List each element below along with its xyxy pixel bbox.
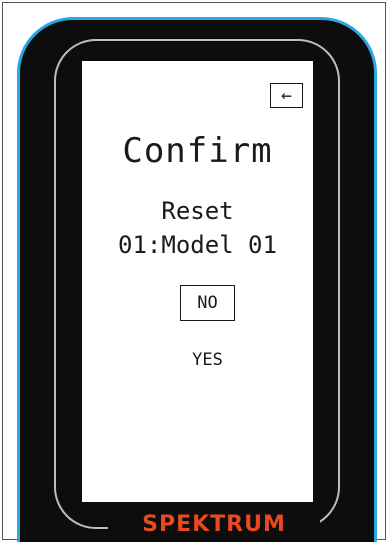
back-arrow-icon: ← — [281, 85, 292, 106]
device-frame: ← Confirm Reset 01:Model 01 NO YES SPEKT… — [2, 2, 386, 542]
yes-button[interactable]: YES — [180, 345, 235, 375]
model-name-label: 01:Model 01 — [118, 231, 277, 259]
brand-logo: SPEKTRUM — [108, 507, 320, 541]
lcd-screen: ← Confirm Reset 01:Model 01 NO YES — [82, 61, 313, 502]
transmitter-bezel: ← Confirm Reset 01:Model 01 NO YES SPEKT… — [17, 17, 377, 542]
action-label: Reset — [161, 197, 234, 225]
back-button[interactable]: ← — [270, 83, 303, 108]
no-button-label: NO — [197, 293, 218, 313]
yes-button-label: YES — [192, 350, 223, 370]
no-button[interactable]: NO — [180, 285, 235, 321]
page-title: Confirm — [122, 131, 273, 171]
brand-logo-text: SPEKTRUM — [142, 511, 286, 537]
